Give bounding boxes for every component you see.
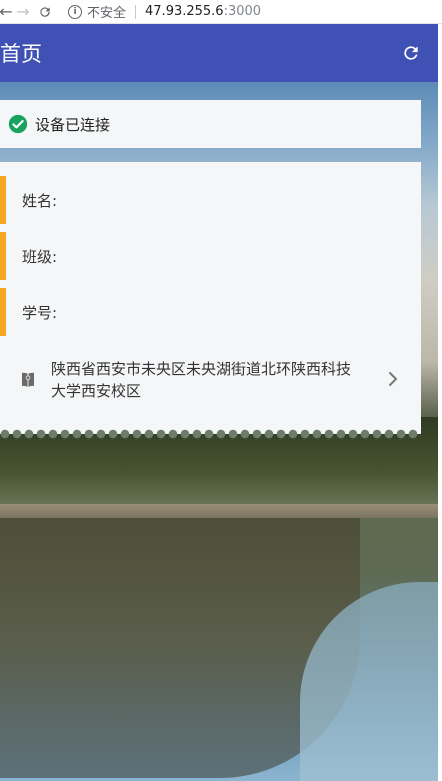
url-port: :3000 xyxy=(223,4,262,19)
url-divider xyxy=(135,4,137,19)
browser-toolbar: ← → i 不安全 47.93.255.6 :3000 xyxy=(0,0,442,24)
forward-icon[interactable]: → xyxy=(12,0,34,24)
student-id-row: 学号: xyxy=(0,288,421,336)
app-header: 首页 xyxy=(0,24,438,82)
book-icon xyxy=(22,372,34,388)
page-title: 首页 xyxy=(0,42,42,66)
address-bar[interactable]: i 不安全 47.93.255.6 :3000 xyxy=(68,0,261,24)
address-text: 陕西省西安市未央区未央湖街道北环陕西科技大学西安校区 xyxy=(51,360,352,400)
security-label: 不安全 xyxy=(87,6,127,21)
class-label: 班级: xyxy=(22,247,58,266)
background-shore xyxy=(0,504,438,518)
card-scalloped-edge xyxy=(0,428,421,440)
row-accent-bar xyxy=(0,288,6,336)
name-row: 姓名: xyxy=(0,176,421,224)
back-icon[interactable]: ← xyxy=(0,0,13,24)
device-status-card: 设备已连接 xyxy=(0,100,421,148)
name-label: 姓名: xyxy=(22,191,58,210)
refresh-icon[interactable] xyxy=(400,42,422,64)
device-status-text: 设备已连接 xyxy=(35,115,111,134)
reload-icon[interactable] xyxy=(34,0,56,24)
row-accent-bar xyxy=(0,232,6,280)
address-row[interactable]: 陕西省西安市未央区未央湖街道北环陕西科技大学西安校区 xyxy=(0,352,421,408)
check-circle-icon xyxy=(8,114,28,134)
student-id-label: 学号: xyxy=(22,303,58,322)
url-host: 47.93.255.6 xyxy=(145,4,224,19)
info-icon[interactable]: i xyxy=(68,4,82,19)
student-info-card: 姓名: 班级: 学号: 陕西省西安市未央区未央湖街道北环陕西科技大学西安校区 xyxy=(0,162,421,440)
class-row: 班级: xyxy=(0,232,421,280)
chevron-right-icon xyxy=(389,372,397,386)
row-accent-bar xyxy=(0,176,6,224)
